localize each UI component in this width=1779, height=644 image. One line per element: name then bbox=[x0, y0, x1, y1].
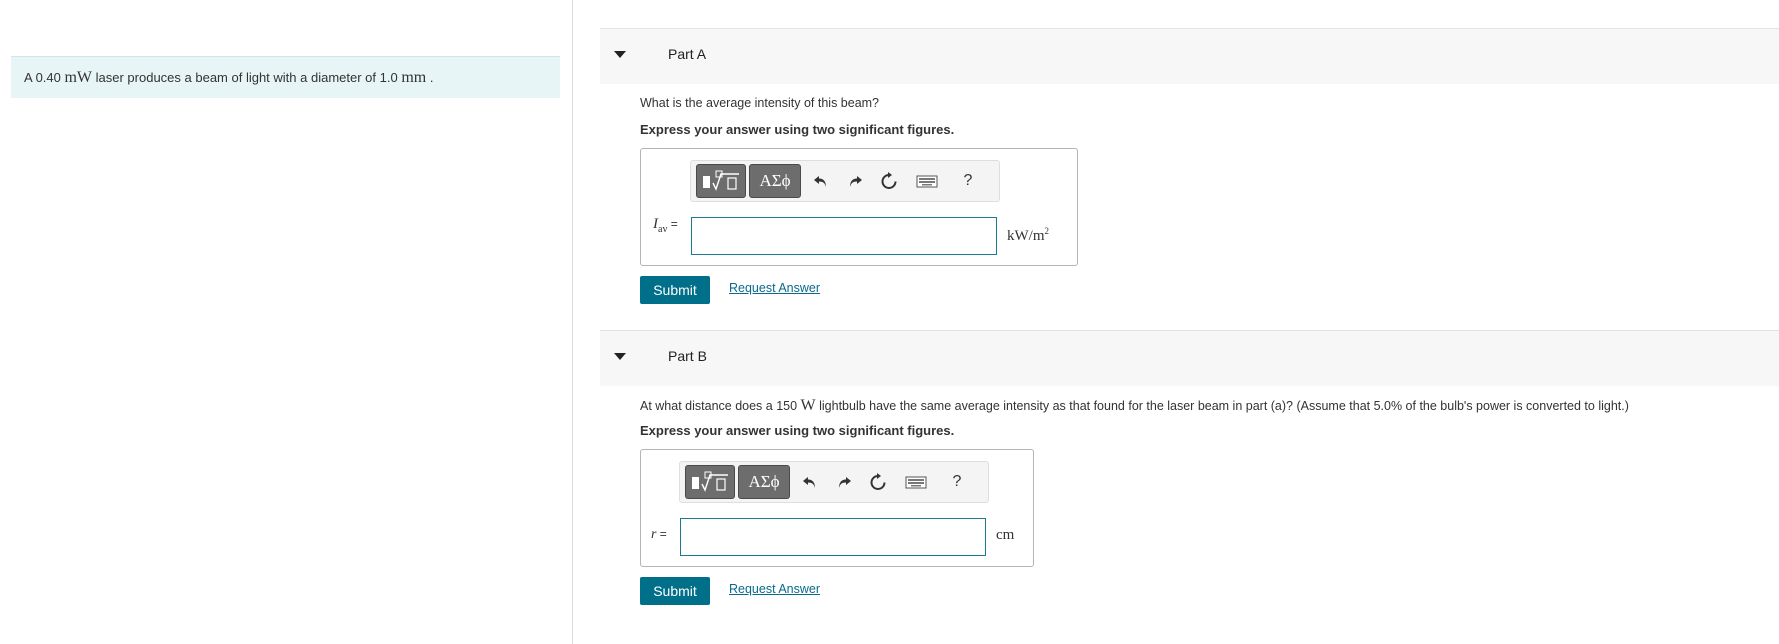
greek-symbols-label: ΑΣϕ bbox=[748, 472, 780, 491]
keyboard-icon[interactable] bbox=[914, 167, 940, 195]
equals-sign: = bbox=[656, 527, 667, 541]
greek-symbols-button[interactable]: ΑΣϕ bbox=[749, 164, 801, 198]
part-a-header[interactable]: Part A bbox=[600, 28, 1779, 84]
part-a-unit: kW/m2 bbox=[1007, 226, 1049, 245]
length-unit: mm bbox=[401, 69, 427, 86]
question-text-before: At what distance does a 150 bbox=[640, 399, 801, 413]
part-a-submit-button[interactable]: Submit bbox=[640, 276, 710, 304]
part-b-instruction: Express your answer using two significan… bbox=[640, 423, 955, 438]
part-b-header[interactable]: Part B bbox=[600, 330, 1779, 386]
undo-icon[interactable] bbox=[797, 468, 823, 496]
redo-icon[interactable] bbox=[842, 167, 868, 195]
part-a-question: What is the average intensity of this be… bbox=[640, 96, 880, 110]
redo-icon[interactable] bbox=[831, 468, 857, 496]
part-b-unit: cm bbox=[996, 527, 1015, 543]
part-b-submit-button[interactable]: Submit bbox=[640, 577, 710, 605]
template-icon bbox=[703, 170, 739, 191]
collapse-caret-icon[interactable] bbox=[614, 51, 626, 58]
part-b-math-toolbar: ΑΣϕ ? bbox=[679, 461, 989, 503]
part-b-answer-input[interactable] bbox=[680, 518, 986, 556]
part-b-request-answer-link[interactable]: Request Answer bbox=[729, 582, 820, 596]
template-icon bbox=[692, 471, 728, 492]
templates-button[interactable] bbox=[696, 164, 746, 198]
problem-text-before: A 0.40 bbox=[24, 70, 65, 85]
part-b-title: Part B bbox=[668, 348, 707, 364]
greek-symbols-label: ΑΣϕ bbox=[759, 171, 791, 190]
undo-icon[interactable] bbox=[808, 167, 834, 195]
problem-statement: A 0.40 mW laser produces a beam of light… bbox=[11, 56, 560, 98]
part-b-answer-box: ΑΣϕ ? r = cm bbox=[640, 449, 1034, 567]
power-unit: mW bbox=[64, 69, 93, 86]
help-icon[interactable]: ? bbox=[955, 167, 981, 195]
part-a-answer-input[interactable] bbox=[691, 217, 997, 255]
keyboard-icon[interactable] bbox=[903, 468, 929, 496]
problem-panel: A 0.40 mW laser produces a beam of light… bbox=[0, 0, 573, 644]
equals-sign: = bbox=[667, 217, 678, 231]
part-b-variable-label: r = bbox=[651, 527, 667, 543]
part-a-answer-box: ΑΣϕ ? Iav = kW/m2 bbox=[640, 148, 1078, 266]
templates-button[interactable] bbox=[685, 465, 735, 499]
question-unit: W bbox=[800, 397, 816, 414]
reset-icon[interactable] bbox=[876, 167, 902, 195]
problem-text-middle: laser produces a beam of light with a di… bbox=[92, 70, 402, 85]
problem-text-after: . bbox=[426, 70, 434, 85]
collapse-caret-icon[interactable] bbox=[614, 353, 626, 360]
help-label: ? bbox=[963, 172, 973, 189]
reset-icon[interactable] bbox=[865, 468, 891, 496]
parts-panel: Part A What is the average intensity of … bbox=[574, 0, 1779, 644]
part-b-question: At what distance does a 150 W lightbulb … bbox=[640, 397, 1629, 415]
part-a-variable-label: Iav = bbox=[653, 216, 678, 235]
greek-symbols-button[interactable]: ΑΣϕ bbox=[738, 465, 790, 499]
part-a-request-answer-link[interactable]: Request Answer bbox=[729, 281, 820, 295]
part-a-math-toolbar: ΑΣϕ ? bbox=[690, 160, 1000, 202]
help-label: ? bbox=[952, 473, 962, 490]
unit-base: kW/m bbox=[1007, 228, 1045, 244]
part-a-title: Part A bbox=[668, 46, 707, 62]
unit-exponent: 2 bbox=[1044, 226, 1050, 236]
part-a-instruction: Express your answer using two significan… bbox=[640, 122, 955, 137]
question-text-after: lightbulb have the same average intensit… bbox=[815, 399, 1629, 413]
help-icon[interactable]: ? bbox=[944, 468, 970, 496]
